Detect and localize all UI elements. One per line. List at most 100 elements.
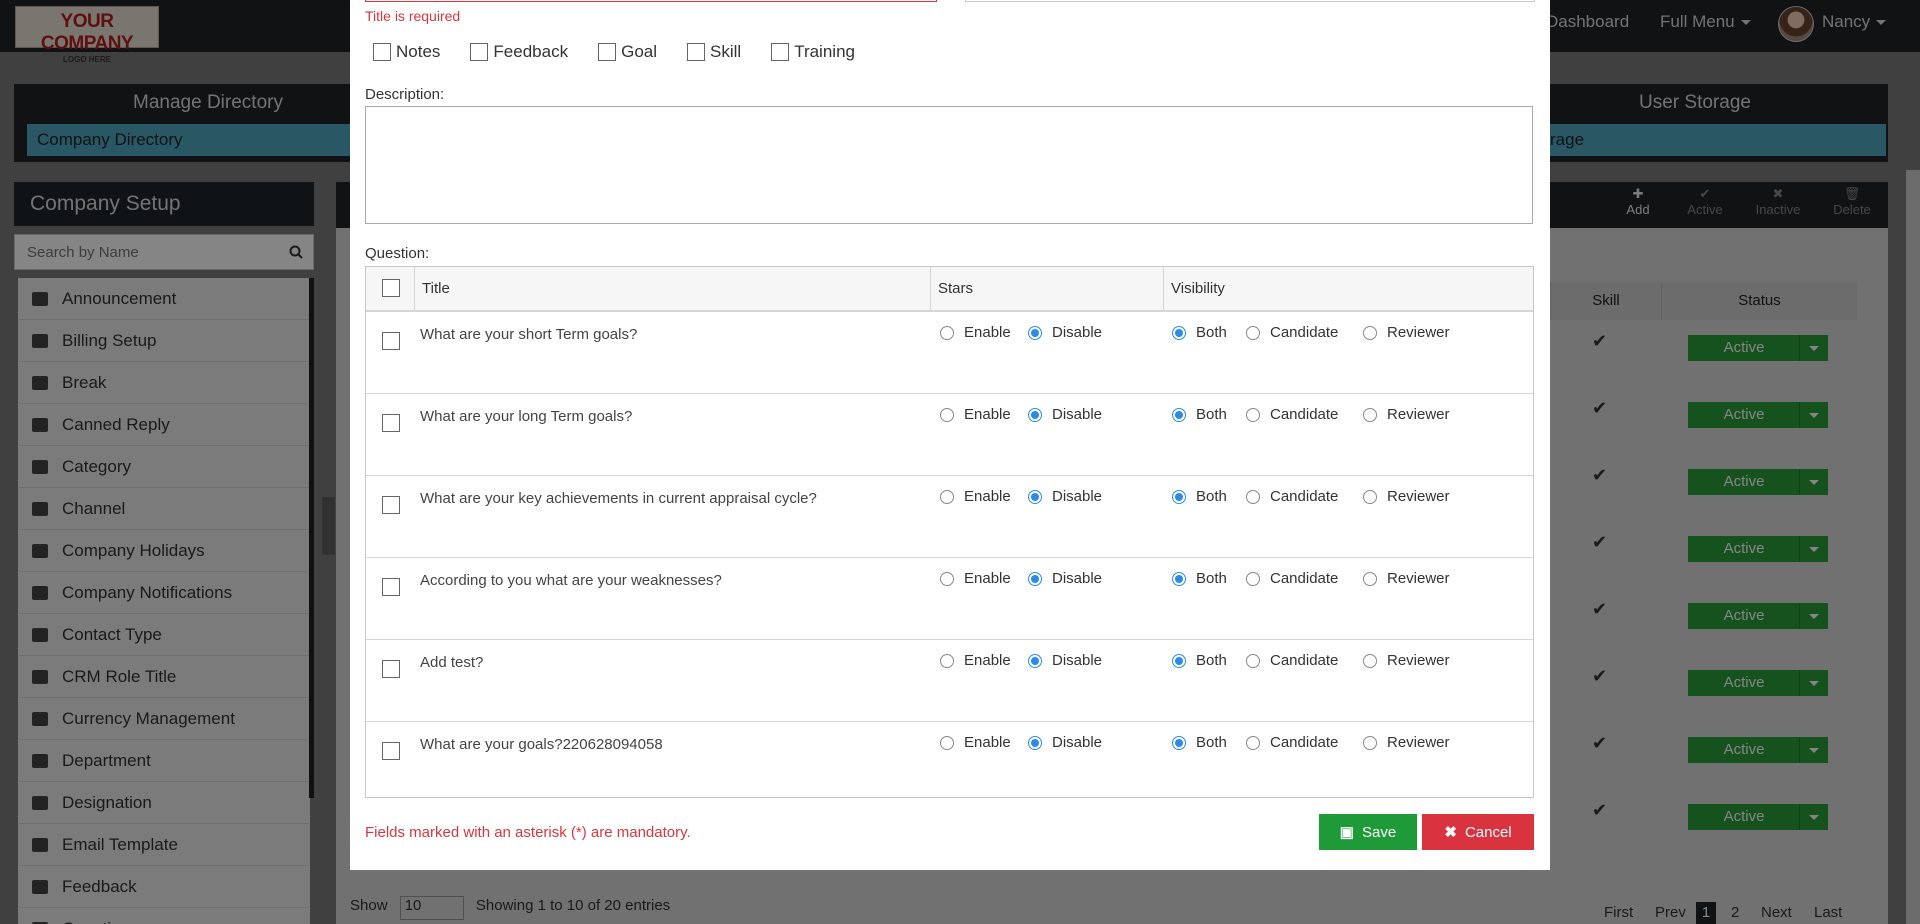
stars-option[interactable]: Disable	[1028, 488, 1102, 505]
save-button[interactable]: ▣ Save	[1319, 814, 1417, 850]
stars-radio[interactable]	[940, 408, 954, 423]
secondary-input[interactable]	[965, 0, 1535, 2]
stars-option[interactable]: Disable	[1028, 406, 1102, 423]
stars-option[interactable]: Enable	[940, 570, 1011, 587]
question-modal: Title is required Notes Feedback Goal Skill…	[350, 0, 1550, 870]
type-checkbox[interactable]	[470, 43, 489, 61]
type-checkbox[interactable]	[687, 43, 706, 61]
type-checkbox[interactable]	[598, 43, 617, 61]
visibility-option[interactable]: Reviewer	[1363, 734, 1450, 751]
visibility-radio[interactable]	[1363, 326, 1377, 341]
visibility-option[interactable]: Candidate	[1246, 324, 1338, 341]
visibility-radio[interactable]	[1172, 490, 1186, 505]
stars-radio[interactable]	[940, 654, 954, 669]
description-label: Description:	[365, 86, 445, 103]
type-option-label: Skill	[710, 42, 742, 61]
type-option-label: Feedback	[493, 42, 569, 61]
visibility-radio[interactable]	[1363, 572, 1377, 587]
stars-option[interactable]: Enable	[940, 406, 1011, 423]
stars-option-label: Disable	[1052, 406, 1103, 423]
stars-option-label: Disable	[1052, 570, 1103, 587]
visibility-option[interactable]: Both	[1172, 488, 1227, 505]
visibility-radio[interactable]	[1363, 736, 1377, 751]
stars-option[interactable]: Enable	[940, 734, 1011, 751]
cancel-button[interactable]: ✖ Cancel	[1422, 814, 1534, 850]
visibility-option[interactable]: Both	[1172, 734, 1227, 751]
question-title: What are your short Term goals?	[420, 326, 638, 343]
row-checkbox[interactable]	[382, 660, 400, 678]
type-option[interactable]: Feedback	[470, 42, 568, 62]
save-label: Save	[1361, 824, 1397, 841]
visibility-radio[interactable]	[1246, 408, 1260, 423]
visibility-radio[interactable]	[1172, 736, 1186, 751]
visibility-option[interactable]: Both	[1172, 324, 1227, 341]
visibility-radio[interactable]	[1363, 408, 1377, 423]
stars-radio[interactable]	[1028, 736, 1042, 751]
stars-radio[interactable]	[940, 572, 954, 587]
visibility-option[interactable]: Reviewer	[1363, 570, 1450, 587]
type-option[interactable]: Training	[771, 42, 855, 62]
stars-option[interactable]: Disable	[1028, 734, 1102, 751]
type-checkbox[interactable]	[373, 43, 391, 61]
stars-radio[interactable]	[1028, 408, 1042, 423]
visibility-option[interactable]: Candidate	[1246, 734, 1338, 751]
mandatory-note: Fields marked with an asterisk (*) are m…	[365, 824, 691, 841]
stars-option[interactable]: Disable	[1028, 324, 1102, 341]
stars-radio[interactable]	[1028, 572, 1042, 587]
visibility-radio[interactable]	[1246, 490, 1260, 505]
visibility-option-label: Reviewer	[1387, 734, 1450, 751]
stars-radio[interactable]	[940, 736, 954, 751]
visibility-option-label: Both	[1196, 570, 1227, 587]
question-table-header: Title Stars Visibility	[366, 267, 1533, 312]
row-checkbox[interactable]	[382, 742, 400, 760]
row-checkbox[interactable]	[382, 578, 400, 596]
question-row: What are your goals?220628094058 Enable Di…	[366, 722, 1533, 803]
visibility-option[interactable]: Both	[1172, 652, 1227, 669]
visibility-radio[interactable]	[1172, 326, 1186, 341]
stars-radio[interactable]	[940, 490, 954, 505]
visibility-radio[interactable]	[1246, 736, 1260, 751]
visibility-radio[interactable]	[1172, 408, 1186, 423]
stars-radio[interactable]	[1028, 490, 1042, 505]
visibility-option[interactable]: Both	[1172, 570, 1227, 587]
type-option[interactable]: Skill	[687, 42, 741, 62]
visibility-option[interactable]: Candidate	[1246, 570, 1338, 587]
visibility-option[interactable]: Reviewer	[1363, 488, 1450, 505]
visibility-option[interactable]: Candidate	[1246, 652, 1338, 669]
row-checkbox[interactable]	[382, 496, 400, 514]
visibility-option[interactable]: Reviewer	[1363, 324, 1450, 341]
visibility-option[interactable]: Both	[1172, 406, 1227, 423]
select-all-checkbox[interactable]	[382, 279, 400, 297]
visibility-option[interactable]: Reviewer	[1363, 406, 1450, 423]
type-checkbox[interactable]	[771, 43, 790, 61]
stars-option[interactable]: Disable	[1028, 570, 1102, 587]
question-title: According to you what are your weaknesse…	[420, 572, 722, 589]
visibility-radio[interactable]	[1363, 490, 1377, 505]
type-option[interactable]: Goal	[598, 42, 657, 62]
row-checkbox[interactable]	[382, 332, 400, 350]
type-option[interactable]: Notes	[373, 42, 440, 62]
stars-radio[interactable]	[1028, 326, 1042, 341]
visibility-radio[interactable]	[1246, 654, 1260, 669]
stars-radio[interactable]	[1028, 654, 1042, 669]
row-checkbox[interactable]	[382, 414, 400, 432]
visibility-option-label: Both	[1196, 734, 1227, 751]
visibility-option[interactable]: Candidate	[1246, 406, 1338, 423]
stars-radio[interactable]	[940, 326, 954, 341]
stars-option-label: Disable	[1052, 652, 1103, 669]
visibility-radio[interactable]	[1246, 326, 1260, 341]
visibility-option[interactable]: Reviewer	[1363, 652, 1450, 669]
visibility-option[interactable]: Candidate	[1246, 488, 1338, 505]
description-field[interactable]	[365, 106, 1533, 224]
stars-option[interactable]: Enable	[940, 324, 1011, 341]
stars-option[interactable]: Enable	[940, 652, 1011, 669]
visibility-radio[interactable]	[1246, 572, 1260, 587]
stars-option[interactable]: Enable	[940, 488, 1011, 505]
visibility-option-label: Reviewer	[1387, 488, 1450, 505]
visibility-radio[interactable]	[1172, 654, 1186, 669]
visibility-option-label: Both	[1196, 488, 1227, 505]
stars-option[interactable]: Disable	[1028, 652, 1102, 669]
title-input[interactable]	[365, 0, 937, 2]
visibility-radio[interactable]	[1172, 572, 1186, 587]
visibility-radio[interactable]	[1363, 654, 1377, 669]
